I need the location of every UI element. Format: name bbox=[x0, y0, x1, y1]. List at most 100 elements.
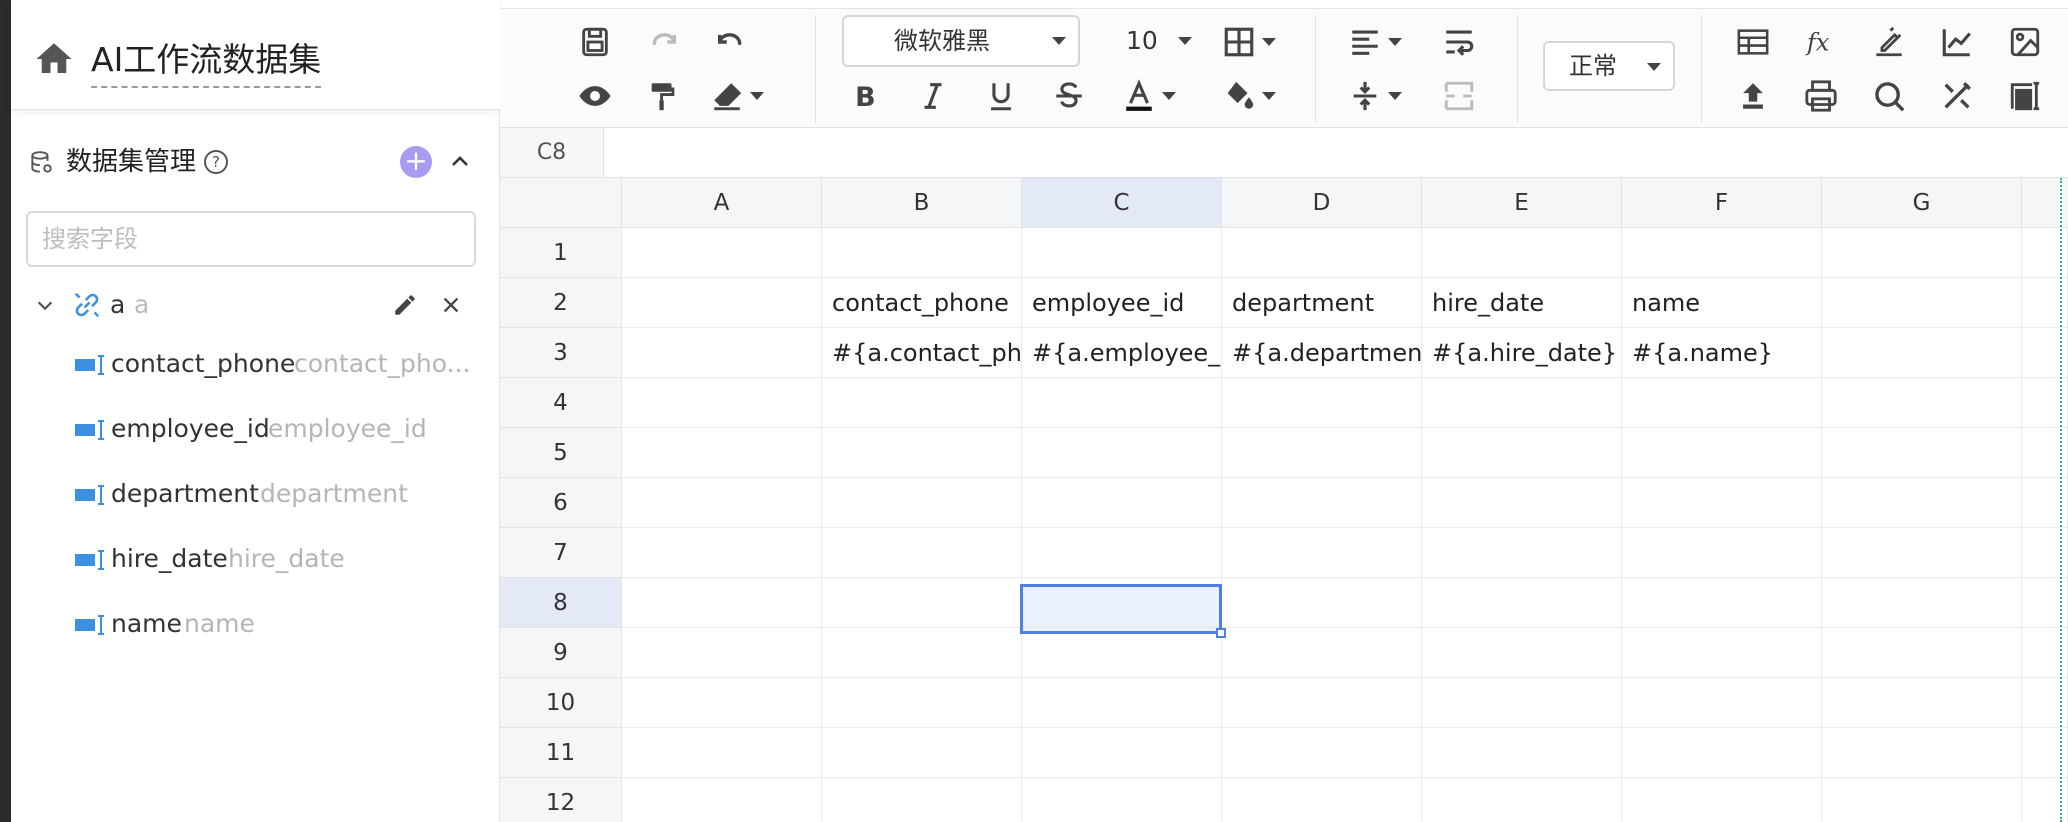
grid-cell[interactable] bbox=[1422, 728, 1622, 778]
grid-cell[interactable] bbox=[1422, 528, 1622, 578]
field-item-contact-phone[interactable]: contact_phone contact_pho... bbox=[74, 345, 474, 385]
grid-cell[interactable] bbox=[1022, 378, 1222, 428]
grid-cell[interactable] bbox=[1222, 528, 1422, 578]
grid-cell[interactable] bbox=[622, 378, 822, 428]
merge-button[interactable] bbox=[1436, 75, 1482, 117]
grid-cell[interactable] bbox=[1822, 228, 2022, 278]
grid-cell[interactable] bbox=[1222, 478, 1422, 528]
grid-cell[interactable] bbox=[1622, 578, 1822, 628]
cell-d2[interactable]: department bbox=[1222, 278, 1422, 328]
grid-cell[interactable] bbox=[1422, 478, 1622, 528]
grid-cell[interactable] bbox=[1422, 578, 1622, 628]
row-header-4[interactable]: 4 bbox=[500, 378, 622, 428]
grid-cell[interactable] bbox=[822, 228, 1022, 278]
grid-cell[interactable] bbox=[1422, 778, 1622, 822]
grid-cell[interactable] bbox=[1222, 778, 1422, 822]
grid-cell[interactable] bbox=[1622, 678, 1822, 728]
grid-cell[interactable] bbox=[1622, 378, 1822, 428]
grid-cell[interactable] bbox=[1622, 528, 1822, 578]
grid-cell[interactable] bbox=[622, 578, 822, 628]
table-button[interactable] bbox=[1730, 21, 1776, 63]
grid-cell[interactable] bbox=[622, 228, 822, 278]
grid-cell[interactable] bbox=[1822, 378, 2022, 428]
grid-cell[interactable] bbox=[1022, 728, 1222, 778]
dataset-item[interactable]: a a bbox=[28, 286, 478, 326]
column-header-b[interactable]: B bbox=[822, 178, 1022, 228]
print-button[interactable] bbox=[1798, 75, 1844, 117]
format-painter-button[interactable] bbox=[640, 75, 686, 117]
grid-cell[interactable] bbox=[1222, 678, 1422, 728]
close-icon[interactable] bbox=[440, 294, 462, 316]
grid-cell[interactable] bbox=[622, 478, 822, 528]
add-dataset-button[interactable]: + bbox=[400, 146, 432, 178]
row-header-7[interactable]: 7 bbox=[500, 528, 622, 578]
function-button[interactable]: fx bbox=[1798, 21, 1844, 63]
grid-cell[interactable] bbox=[1622, 428, 1822, 478]
chevron-up-icon[interactable] bbox=[448, 150, 472, 174]
selected-cell-c8[interactable] bbox=[1020, 584, 1222, 634]
grid-cell[interactable] bbox=[622, 628, 822, 678]
field-item-name[interactable]: name name bbox=[74, 605, 474, 645]
tools-button[interactable] bbox=[1934, 75, 1980, 117]
grid-cell[interactable] bbox=[1422, 678, 1622, 728]
grid-cell[interactable] bbox=[622, 728, 822, 778]
grid-cell[interactable] bbox=[822, 628, 1022, 678]
grid-cell[interactable] bbox=[1622, 628, 1822, 678]
grid-cell[interactable] bbox=[622, 528, 822, 578]
grid-cell[interactable] bbox=[822, 578, 1022, 628]
home-icon[interactable] bbox=[33, 38, 75, 80]
grid-cell[interactable] bbox=[1422, 428, 1622, 478]
sheet-grid[interactable]: A B C D E F G 1 2 3 4 5 6 7 8 9 10 11 12… bbox=[500, 178, 2068, 822]
grid-cell[interactable] bbox=[1022, 628, 1222, 678]
cell-b2[interactable]: contact_phone bbox=[822, 278, 1022, 328]
app-title[interactable]: AI工作流数据集 bbox=[91, 38, 322, 88]
cell-e2[interactable]: hire_date bbox=[1422, 278, 1622, 328]
grid-cell[interactable] bbox=[1622, 478, 1822, 528]
fill-handle[interactable] bbox=[1216, 628, 1226, 638]
grid-cell[interactable] bbox=[822, 728, 1022, 778]
strikethrough-button[interactable] bbox=[1046, 75, 1092, 117]
field-item-department[interactable]: department department bbox=[74, 475, 474, 515]
row-header-3[interactable]: 3 bbox=[500, 328, 622, 378]
column-header-e[interactable]: E bbox=[1422, 178, 1622, 228]
column-header-c[interactable]: C bbox=[1022, 178, 1222, 228]
font-size-select[interactable]: 10 bbox=[1112, 15, 1202, 67]
grid-cell[interactable] bbox=[1022, 678, 1222, 728]
wrap-button[interactable] bbox=[1436, 21, 1482, 63]
row-header-9[interactable]: 9 bbox=[500, 628, 622, 678]
row-header-2[interactable]: 2 bbox=[500, 278, 622, 328]
help-icon[interactable]: ? bbox=[204, 150, 228, 174]
grid-cell[interactable] bbox=[822, 378, 1022, 428]
cell-b3[interactable]: #{a.contact_ph bbox=[822, 328, 1022, 378]
grid-cell[interactable] bbox=[1422, 228, 1622, 278]
cell-f2[interactable]: name bbox=[1622, 278, 1822, 328]
row-header-8[interactable]: 8 bbox=[500, 578, 622, 628]
grid-cell[interactable] bbox=[822, 428, 1022, 478]
font-color-dropdown[interactable] bbox=[1122, 75, 1192, 117]
grid-cell[interactable] bbox=[1822, 728, 2022, 778]
edit-icon[interactable] bbox=[392, 292, 418, 318]
grid-cell[interactable] bbox=[1222, 428, 1422, 478]
grid-cell[interactable] bbox=[822, 778, 1022, 822]
cell-c3[interactable]: #{a.employee_i bbox=[1022, 328, 1222, 378]
grid-cell[interactable] bbox=[1822, 328, 2022, 378]
chevron-down-icon[interactable] bbox=[34, 294, 56, 316]
formula-input[interactable] bbox=[604, 128, 2004, 177]
row-header-6[interactable]: 6 bbox=[500, 478, 622, 528]
highlight-button[interactable] bbox=[1866, 21, 1912, 63]
grid-cell[interactable] bbox=[622, 678, 822, 728]
grid-cell[interactable] bbox=[1422, 628, 1622, 678]
align-dropdown[interactable] bbox=[1348, 21, 1418, 63]
cell-d3[interactable]: #{a.departmen bbox=[1222, 328, 1422, 378]
bold-button[interactable]: B bbox=[842, 75, 888, 117]
upload-button[interactable] bbox=[1730, 75, 1776, 117]
column-header-f[interactable]: F bbox=[1622, 178, 1822, 228]
grid-cell[interactable] bbox=[1222, 378, 1422, 428]
grid-cell[interactable] bbox=[1222, 228, 1422, 278]
redo-button[interactable] bbox=[640, 21, 686, 63]
grid-cell[interactable] bbox=[1022, 428, 1222, 478]
grid-cell[interactable] bbox=[622, 778, 822, 822]
column-header-d[interactable]: D bbox=[1222, 178, 1422, 228]
grid-cell[interactable] bbox=[1222, 628, 1422, 678]
cell-c2[interactable]: employee_id bbox=[1022, 278, 1222, 328]
